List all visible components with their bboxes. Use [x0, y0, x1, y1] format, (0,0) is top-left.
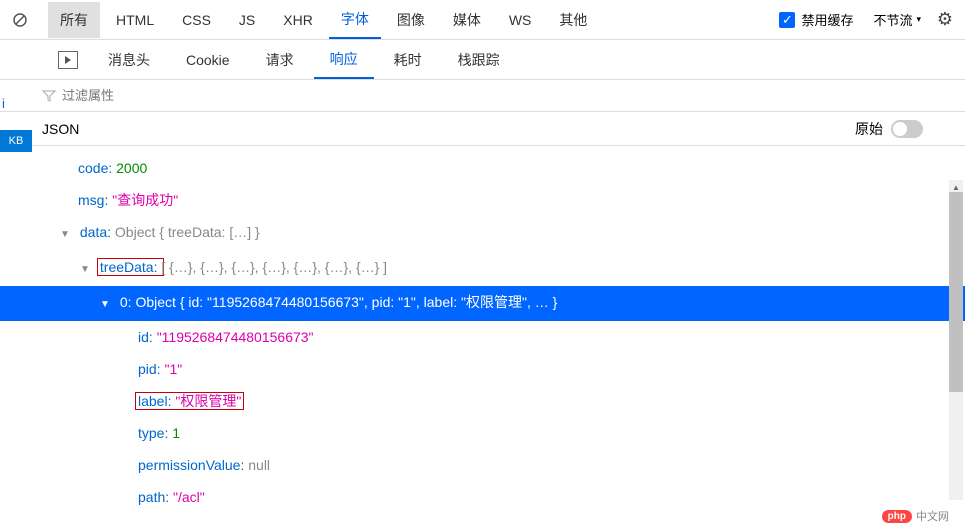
block-icon[interactable]	[8, 8, 32, 32]
toggle-pane-icon[interactable]	[58, 51, 78, 69]
network-filter-toolbar: 所有 HTML CSS JS XHR 字体 图像 媒体 WS 其他 ✓ 禁用缓存…	[0, 0, 965, 40]
watermark: php 中文网	[882, 508, 949, 524]
tree-key: pid:	[138, 361, 161, 377]
tree-row-index0[interactable]: 0: Object { id: "1195268474480156673", p…	[0, 286, 965, 321]
filter-tab-media[interactable]: 媒体	[441, 2, 493, 38]
raw-toggle[interactable]: 原始	[855, 119, 923, 139]
tree-value: "1"	[164, 361, 182, 377]
tab-request[interactable]: 请求	[250, 42, 310, 78]
tab-stacktrace[interactable]: 栈跟踪	[442, 42, 516, 78]
filter-tab-js[interactable]: JS	[227, 4, 267, 36]
filter-tab-css[interactable]: CSS	[170, 4, 223, 36]
tree-row-treedata[interactable]: treeData: [ {…}, {…}, {…}, {…}, {…}, {…}…	[0, 251, 965, 286]
filter-tab-html[interactable]: HTML	[104, 4, 166, 36]
tree-row-label[interactable]: label: "权限管理"	[0, 385, 965, 417]
chevron-down-icon: ▾	[916, 14, 921, 25]
tree-value: "查询成功"	[112, 192, 178, 208]
tree-preview: Object { id: "1195268474480156673", pid:…	[135, 294, 557, 310]
tab-response[interactable]: 响应	[314, 41, 374, 79]
tree-key: id:	[138, 329, 153, 345]
tree-row-id[interactable]: id: "1195268474480156673"	[0, 321, 965, 353]
caret-icon[interactable]	[60, 220, 74, 247]
caret-icon[interactable]	[100, 290, 114, 317]
tree-key: 0:	[120, 294, 132, 310]
json-header: JSON 原始	[0, 112, 965, 146]
throttle-label: 不节流	[873, 10, 912, 29]
gear-icon[interactable]: ⚙	[933, 8, 957, 32]
tree-row-permissionvalue[interactable]: permissionValue: null	[0, 449, 965, 481]
request-detail-tabs: 消息头 Cookie 请求 响应 耗时 栈跟踪	[0, 40, 965, 80]
checkbox-icon: ✓	[779, 12, 795, 28]
tree-key: data:	[80, 224, 111, 240]
disable-cache-checkbox[interactable]: ✓ 禁用缓存	[779, 10, 853, 29]
json-tree-panel: code: 2000 msg: "查询成功" data: Object { tr…	[0, 146, 965, 532]
tree-value: "/acl"	[173, 489, 205, 505]
scroll-up-icon[interactable]: ▲	[949, 180, 963, 194]
filter-properties-bar	[0, 80, 965, 112]
json-title: JSON	[42, 121, 79, 137]
tab-timings[interactable]: 耗时	[378, 42, 438, 78]
tree-row-path[interactable]: path: "/acl"	[0, 481, 965, 513]
filter-tab-xhr[interactable]: XHR	[271, 4, 325, 36]
tab-headers[interactable]: 消息头	[92, 42, 166, 78]
tree-row-data[interactable]: data: Object { treeData: […] }	[0, 216, 965, 251]
scrollbar-thumb[interactable]	[949, 192, 963, 392]
tree-row-type[interactable]: type: 1	[0, 417, 965, 449]
tree-value: "权限管理"	[175, 393, 241, 409]
left-fragment: i	[0, 94, 7, 113]
filter-tab-fonts[interactable]: 字体	[329, 1, 381, 39]
vertical-scrollbar[interactable]: ▲	[949, 180, 963, 500]
tree-key: treeData:	[100, 259, 158, 275]
disable-cache-label: 禁用缓存	[801, 10, 853, 29]
tree-key: label:	[138, 393, 171, 409]
tree-key: type:	[138, 425, 168, 441]
tree-preview: [ {…}, {…}, {…}, {…}, {…}, {…}, {…} ]	[161, 259, 387, 275]
throttle-dropdown[interactable]: 不节流 ▾	[865, 6, 929, 33]
raw-label: 原始	[855, 119, 883, 139]
tree-value: null	[248, 457, 270, 473]
tree-key: code:	[78, 160, 112, 176]
filter-properties-input[interactable]	[62, 88, 923, 103]
tree-preview: Object { treeData: […] }	[115, 224, 260, 240]
php-logo: php	[882, 510, 912, 523]
funnel-icon	[42, 89, 56, 103]
filter-tab-other[interactable]: 其他	[547, 2, 599, 38]
tree-key: msg:	[78, 192, 108, 208]
tree-key: path:	[138, 489, 169, 505]
tree-value: 1	[172, 425, 180, 441]
filter-tab-ws[interactable]: WS	[497, 4, 544, 36]
toggle-switch[interactable]	[891, 120, 923, 138]
watermark-text: 中文网	[916, 508, 949, 524]
tree-key: permissionValue:	[138, 457, 244, 473]
tree-value: 2000	[116, 160, 147, 176]
tree-row-code[interactable]: code: 2000	[0, 152, 965, 184]
tree-row-pid[interactable]: pid: "1"	[0, 353, 965, 385]
filter-tab-images[interactable]: 图像	[385, 2, 437, 38]
filter-tab-all[interactable]: 所有	[48, 2, 100, 38]
tree-row-msg[interactable]: msg: "查询成功"	[0, 184, 965, 216]
tab-cookies[interactable]: Cookie	[170, 44, 246, 76]
tree-value: "1195268474480156673"	[157, 329, 314, 345]
caret-icon[interactable]	[80, 255, 94, 282]
